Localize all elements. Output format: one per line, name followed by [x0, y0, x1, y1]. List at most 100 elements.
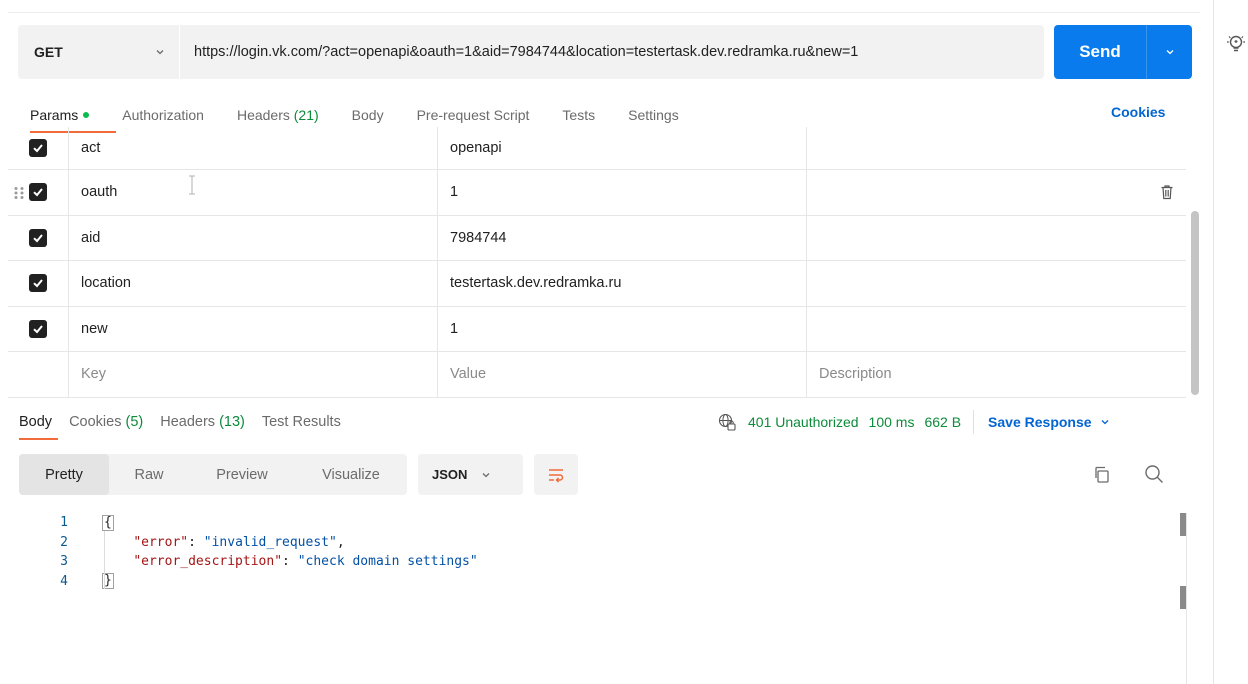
param-description[interactable]	[807, 127, 1186, 169]
view-raw-button[interactable]: Raw	[109, 454, 189, 495]
line-number: 3	[60, 554, 68, 570]
tab-response-cookies-count: (5)	[125, 414, 144, 430]
description-placeholder[interactable]: Description	[807, 352, 1186, 397]
top-divider	[8, 12, 1200, 13]
checkbox-checked-icon[interactable]	[29, 228, 47, 247]
code-line: 4}	[0, 572, 478, 592]
table-row: aid 7984744	[8, 215, 1186, 261]
json-value: "check domain settings"	[297, 554, 478, 570]
save-response-button[interactable]: Save Response	[988, 414, 1110, 430]
table-row: act openapi	[8, 127, 1186, 170]
param-key[interactable]: new	[69, 306, 438, 351]
active-response-tab-indicator	[19, 438, 58, 440]
tab-authorization[interactable]: Authorization	[122, 107, 204, 123]
format-label: JSON	[432, 467, 468, 482]
param-key[interactable]: aid	[69, 215, 438, 260]
tab-settings[interactable]: Settings	[628, 107, 679, 123]
tab-response-headers-label: Headers	[160, 414, 216, 430]
tab-response-cookies[interactable]: Cookies (5)	[69, 414, 143, 430]
text-cursor-icon	[189, 175, 195, 195]
indent-guide	[104, 531, 105, 589]
wrap-lines-icon	[549, 468, 564, 483]
code-line: 1{	[0, 513, 478, 533]
row-checkbox-cell	[8, 261, 69, 306]
tab-params[interactable]: Params	[30, 107, 90, 123]
drag-handle-icon[interactable]	[13, 186, 25, 200]
table-row-empty: Key Value Description	[8, 352, 1186, 398]
send-button-group: Send	[1054, 25, 1192, 79]
params-indicator-dot	[83, 112, 90, 119]
params-scrollbar[interactable]	[1191, 211, 1199, 395]
tab-response-headers[interactable]: Headers (13)	[160, 414, 245, 430]
param-description[interactable]	[807, 307, 1186, 352]
tab-tests[interactable]: Tests	[562, 107, 595, 123]
right-sidebar-divider	[1213, 0, 1214, 684]
code-line: 2 "error": "invalid_request",	[0, 533, 478, 553]
key-placeholder[interactable]: Key	[69, 352, 438, 397]
line-number: 2	[60, 534, 68, 550]
response-body-code[interactable]: 1{ 2 "error": "invalid_request", 3 "erro…	[0, 513, 478, 591]
param-value[interactable]: 1	[438, 170, 807, 215]
params-table: act openapi oauth 1 aid 7984744 location…	[8, 127, 1186, 398]
line-number: 4	[60, 573, 68, 589]
param-description[interactable]	[807, 261, 1186, 306]
response-tabs: Body Cookies (5) Headers (13) Test Resul…	[19, 410, 358, 434]
method-select[interactable]: GET	[18, 25, 180, 79]
param-description[interactable]	[807, 216, 1186, 261]
view-visualize-button[interactable]: Visualize	[295, 454, 407, 495]
open-brace: {	[102, 514, 114, 531]
tab-test-results[interactable]: Test Results	[262, 414, 341, 430]
tab-response-cookies-label: Cookies	[69, 414, 122, 430]
view-pretty-button[interactable]: Pretty	[19, 454, 109, 495]
view-preview-button[interactable]: Preview	[189, 454, 295, 495]
checkbox-checked-icon[interactable]	[29, 274, 47, 293]
copy-icon[interactable]	[1092, 465, 1112, 485]
tab-pre-request-script[interactable]: Pre-request Script	[417, 107, 530, 123]
param-value[interactable]: 7984744	[438, 215, 807, 260]
format-select[interactable]: JSON	[418, 454, 523, 495]
response-time[interactable]: 100 ms	[869, 414, 915, 430]
cookies-link[interactable]: Cookies	[1111, 104, 1165, 120]
lightbulb-icon[interactable]	[1225, 33, 1247, 55]
tab-body[interactable]: Body	[352, 107, 384, 123]
response-size[interactable]: 662 B	[924, 414, 961, 430]
request-url-bar: GET https://login.vk.com/?act=openapi&oa…	[18, 25, 1044, 79]
value-placeholder[interactable]: Value	[438, 352, 807, 397]
view-mode-segmented: Pretty Raw Preview Visualize	[19, 454, 407, 495]
code-scroll-marker[interactable]	[1180, 586, 1186, 609]
save-response-label: Save Response	[988, 414, 1092, 430]
checkbox-checked-icon[interactable]	[29, 139, 47, 157]
meta-divider	[973, 410, 975, 434]
globe-lock-icon[interactable]	[718, 413, 736, 431]
url-input[interactable]: https://login.vk.com/?act=openapi&oauth=…	[180, 44, 858, 60]
tab-response-body[interactable]: Body	[19, 414, 52, 430]
param-description[interactable]	[807, 170, 1186, 215]
search-icon[interactable]	[1143, 463, 1165, 485]
chevron-down-icon	[156, 50, 164, 55]
param-value[interactable]: 1	[438, 306, 807, 351]
wrap-lines-button[interactable]	[534, 454, 578, 495]
checkbox-checked-icon[interactable]	[29, 183, 47, 202]
send-button[interactable]: Send	[1054, 42, 1146, 62]
table-row: oauth 1	[8, 170, 1186, 216]
checkbox-checked-icon[interactable]	[29, 319, 47, 338]
code-scroll-marker[interactable]	[1180, 513, 1186, 536]
row-checkbox-cell	[8, 306, 69, 351]
json-key: "error"	[133, 534, 189, 550]
param-key[interactable]: oauth	[69, 170, 438, 215]
row-checkbox-cell	[8, 352, 69, 397]
param-key[interactable]: location	[69, 261, 438, 306]
json-key: "error_description"	[133, 554, 283, 570]
param-value[interactable]: testertask.dev.redramka.ru	[438, 261, 807, 306]
param-key[interactable]: act	[69, 127, 438, 169]
param-value[interactable]: openapi	[438, 127, 807, 169]
table-row: new 1	[8, 306, 1186, 352]
table-row: location testertask.dev.redramka.ru	[8, 261, 1186, 307]
tab-headers[interactable]: Headers (21)	[237, 107, 319, 123]
send-options-button[interactable]	[1147, 47, 1192, 57]
trash-icon[interactable]	[1160, 184, 1174, 200]
status-code[interactable]: 401 Unauthorized	[748, 414, 859, 430]
request-tabs: Params Authorization Headers (21) Body P…	[30, 103, 712, 127]
tab-headers-label: Headers	[236, 107, 290, 123]
method-label: GET	[34, 44, 63, 60]
